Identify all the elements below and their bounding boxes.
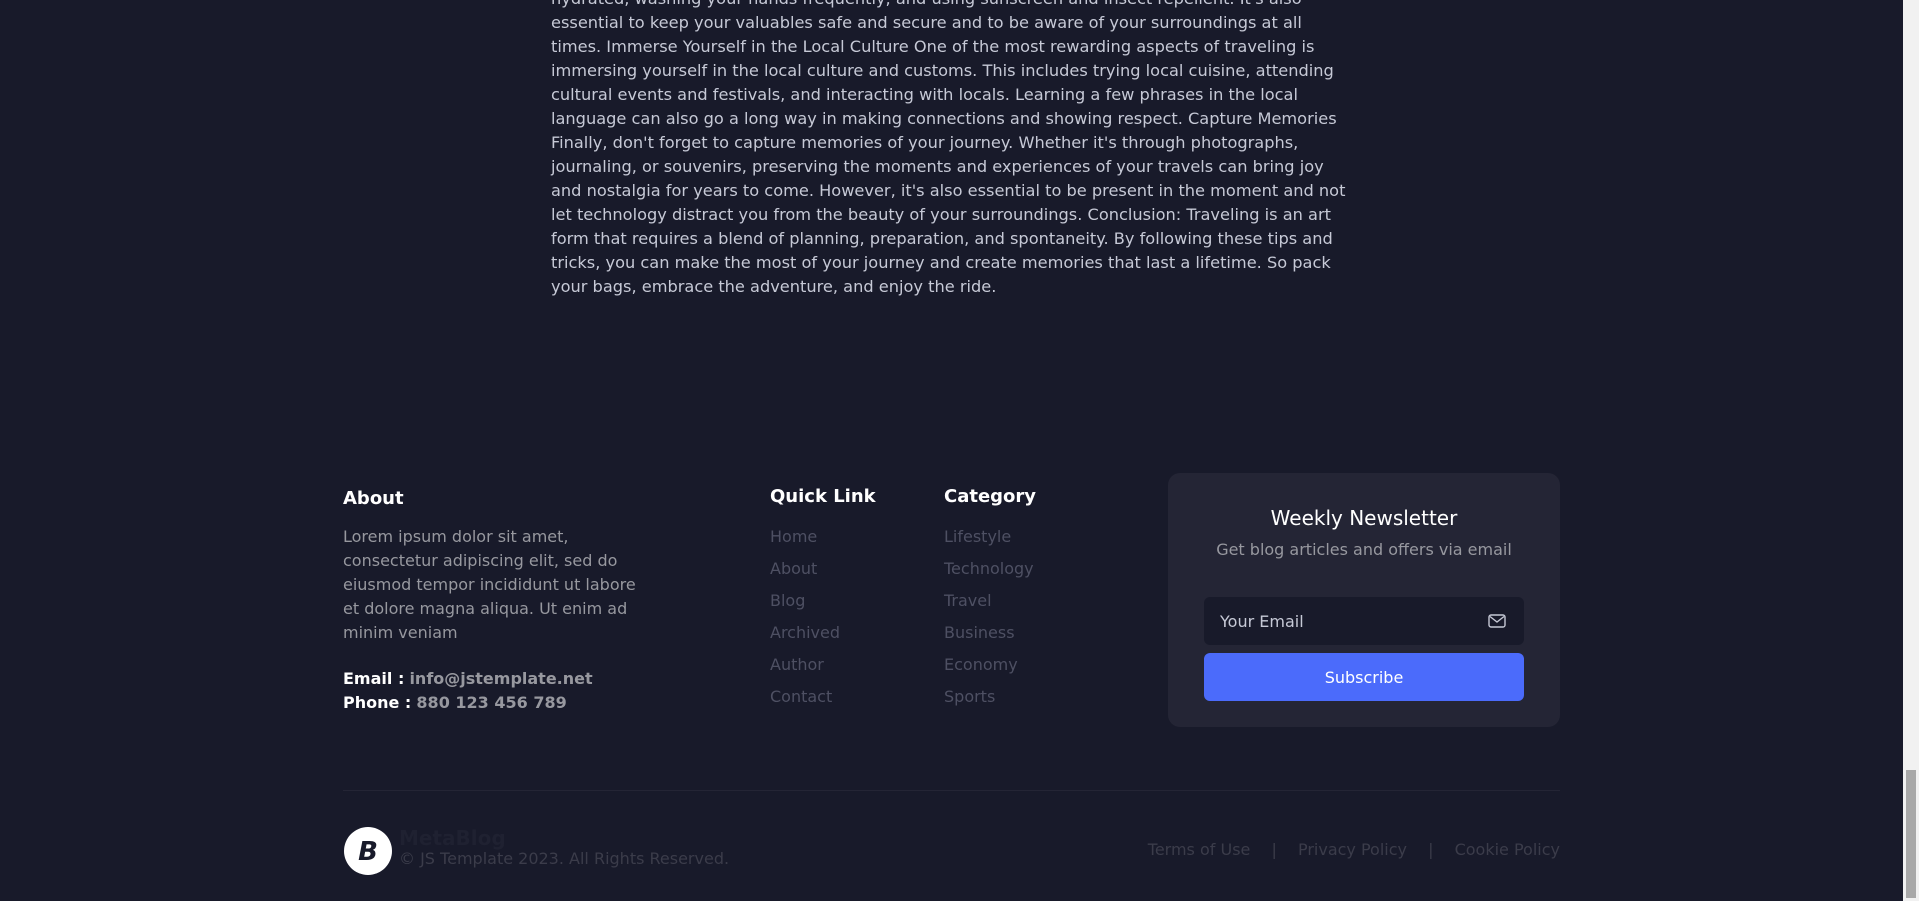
footer-bottom: B MetaBlog © JS Template 2023. All Right…: [343, 826, 1560, 876]
category-economy[interactable]: Economy: [944, 653, 1036, 685]
mail-icon: [1488, 614, 1506, 628]
quick-link-home[interactable]: Home: [770, 525, 876, 557]
quick-link-title: Quick Link: [770, 486, 876, 507]
svg-text:B: B: [358, 837, 378, 867]
category-lifestyle[interactable]: Lifestyle: [944, 525, 1036, 557]
email-link[interactable]: info@jstemplate.net: [409, 669, 592, 688]
footer-about: About Lorem ipsum dolor sit amet, consec…: [343, 488, 643, 715]
logo-icon[interactable]: B: [343, 826, 393, 876]
newsletter-title: Weekly Newsletter: [1270, 506, 1458, 530]
legal-links: Terms of Use | Privacy Policy | Cookie P…: [1148, 840, 1560, 859]
scrollbar-thumb[interactable]: [1906, 770, 1916, 898]
contact-info: Email : info@jstemplate.net Phone : 880 …: [343, 667, 643, 715]
cookie-link[interactable]: Cookie Policy: [1455, 840, 1560, 859]
phone-link[interactable]: 880 123 456 789: [416, 693, 566, 712]
privacy-link[interactable]: Privacy Policy: [1298, 840, 1407, 859]
contact-phone: Phone : 880 123 456 789: [343, 691, 643, 715]
category-technology[interactable]: Technology: [944, 557, 1036, 589]
article-body: hydrated, washing your hands frequently,…: [551, 0, 1351, 299]
category-business[interactable]: Business: [944, 621, 1036, 653]
quick-link-contact[interactable]: Contact: [770, 685, 876, 717]
subscribe-button[interactable]: Subscribe: [1204, 653, 1524, 701]
quick-link-author[interactable]: Author: [770, 653, 876, 685]
terms-link[interactable]: Terms of Use: [1148, 840, 1251, 859]
footer-divider: [343, 790, 1560, 791]
category-title: Category: [944, 486, 1037, 507]
newsletter-card: Weekly Newsletter Get blog articles and …: [1168, 473, 1560, 727]
email-label: Email :: [343, 669, 405, 688]
copyright-text: © JS Template 2023. All Rights Reserved.: [399, 849, 730, 868]
footer-quick-links: Quick Link Home About Blog Archived Auth…: [770, 486, 876, 717]
newsletter-email-input[interactable]: [1204, 597, 1490, 645]
page-scrollbar[interactable]: [1903, 0, 1919, 901]
quick-link-blog[interactable]: Blog: [770, 589, 876, 621]
about-title: About: [343, 488, 404, 509]
category-travel[interactable]: Travel: [944, 589, 1036, 621]
contact-email: Email : info@jstemplate.net: [343, 667, 643, 691]
legal-separator: |: [1271, 840, 1277, 859]
article-paragraph: hydrated, washing your hands frequently,…: [551, 0, 1346, 296]
phone-label: Phone :: [343, 693, 412, 712]
brand-name: MetaBlog: [399, 826, 506, 850]
about-text: Lorem ipsum dolor sit amet, consectetur …: [343, 527, 636, 642]
quick-link-about[interactable]: About: [770, 557, 876, 589]
legal-separator: |: [1428, 840, 1434, 859]
newsletter-subtitle: Get blog articles and offers via email: [1216, 540, 1512, 559]
email-input-group: [1204, 597, 1524, 645]
footer-categories: Category Lifestyle Technology Travel Bus…: [944, 486, 1036, 717]
category-sports[interactable]: Sports: [944, 685, 1036, 717]
quick-link-archived[interactable]: Archived: [770, 621, 876, 653]
